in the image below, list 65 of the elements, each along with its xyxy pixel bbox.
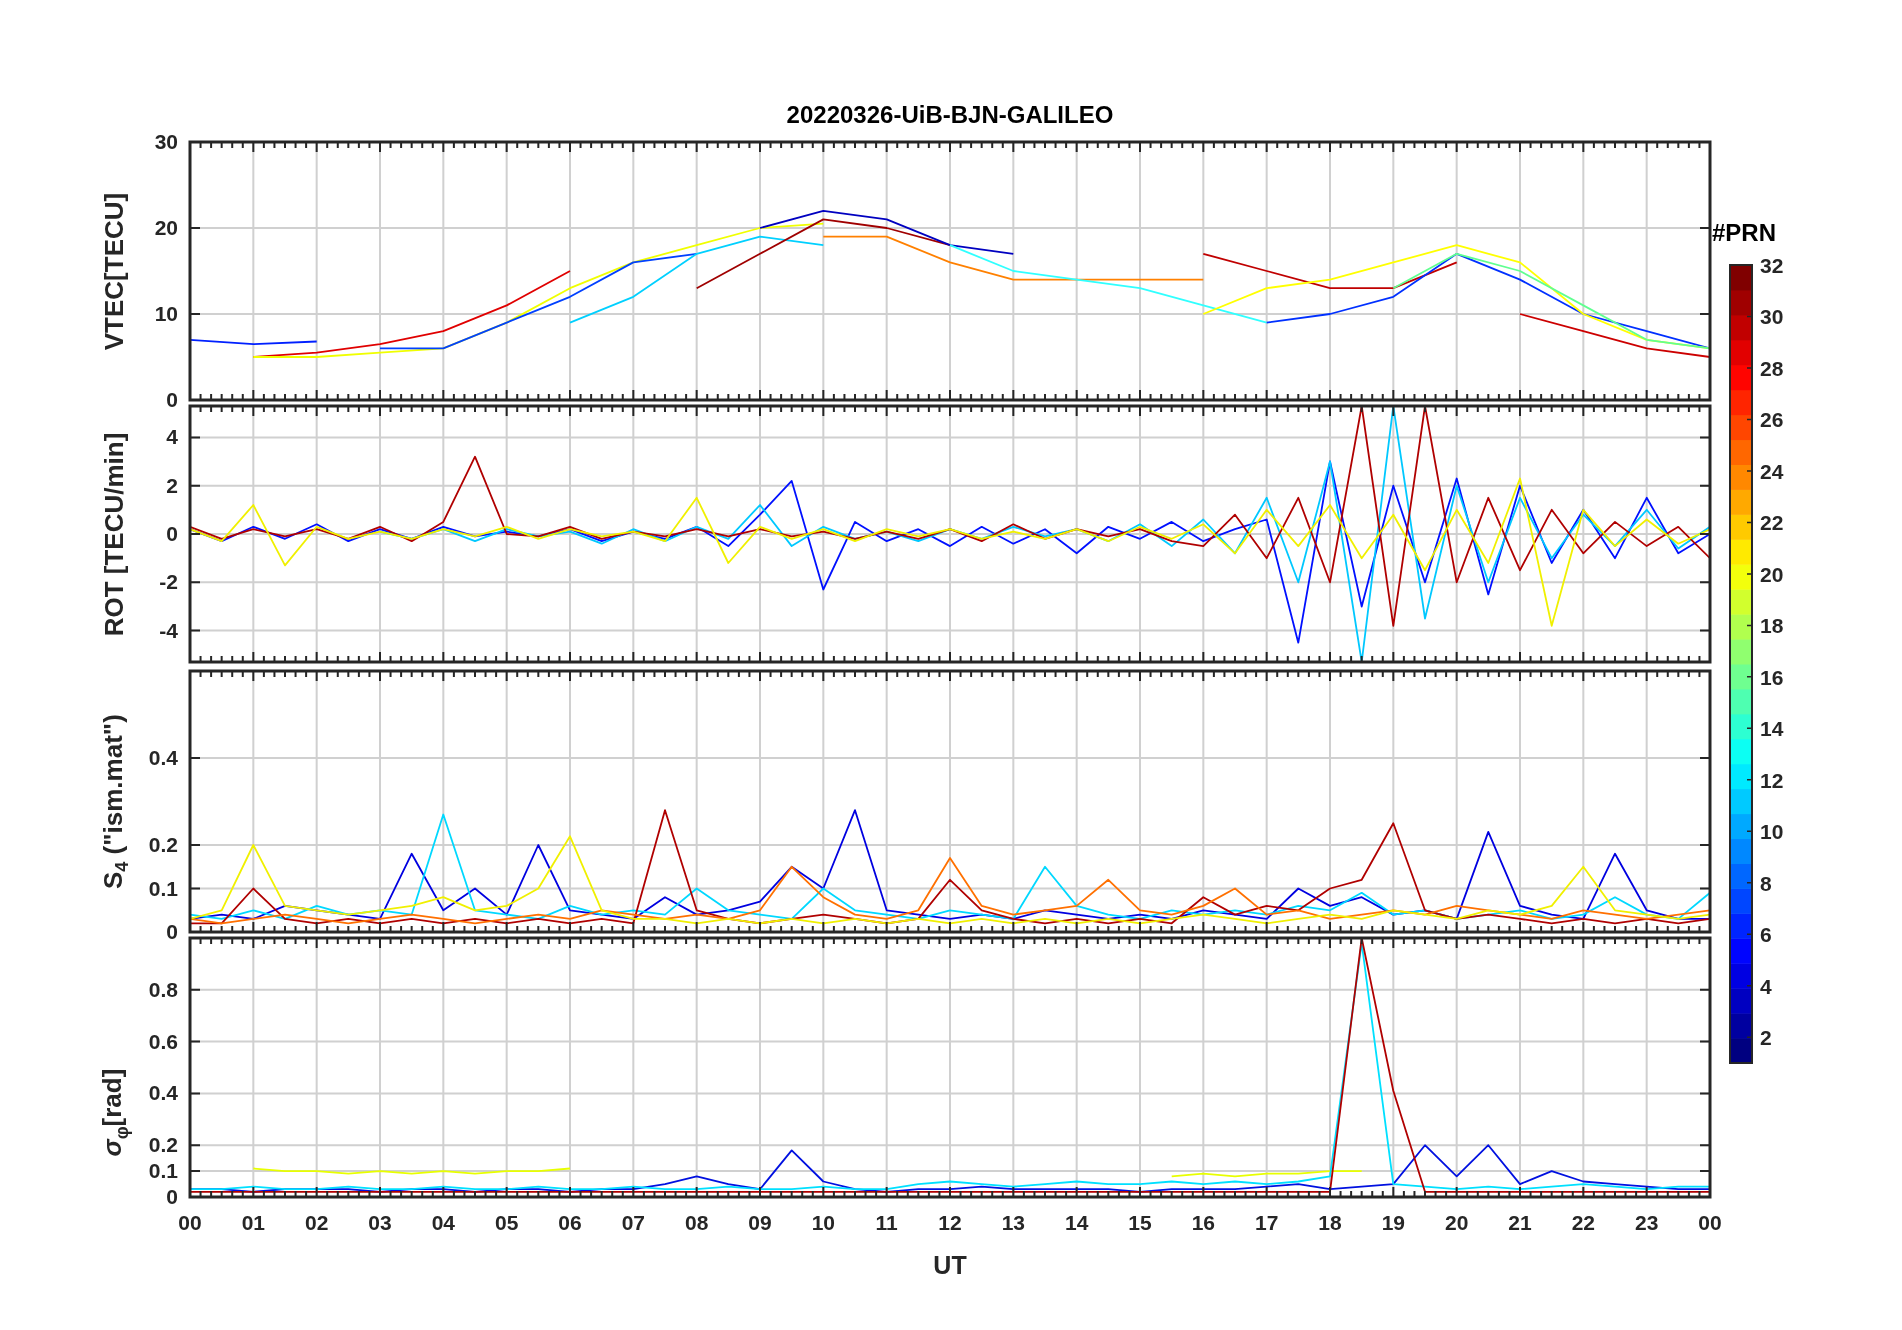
tick-label: 07 — [621, 1211, 645, 1234]
tick-label: 0.2 — [148, 833, 178, 856]
tick-label: 28 — [1760, 356, 1784, 380]
tick-label: 0.1 — [148, 876, 178, 900]
tick-label: -2 — [159, 570, 178, 594]
tick-label: 14 — [1760, 717, 1784, 741]
tick-label: 24 — [1760, 459, 1784, 483]
tick-label: 04 — [431, 1211, 455, 1234]
tick-label: 6 — [1760, 923, 1772, 947]
tick-label: 30 — [1760, 305, 1784, 329]
tick-label: 20 — [1445, 1211, 1469, 1234]
tick-label: 23 — [1635, 1211, 1659, 1234]
tick-label: 30 — [154, 130, 178, 153]
tick-label: 00 — [1698, 1211, 1722, 1234]
tick-label: 4 — [166, 425, 178, 449]
tick-label: 0.4 — [148, 1081, 178, 1105]
tick-label: 13 — [1001, 1211, 1025, 1234]
tick-label: 08 — [685, 1211, 709, 1234]
tick-label: 12 — [938, 1211, 962, 1234]
tick-label: 01 — [241, 1211, 265, 1234]
chart-title: 20220326-UiB-BJN-GALILEO — [785, 100, 1115, 130]
tick-label: 20 — [154, 216, 178, 239]
tick-label: 2 — [1760, 1026, 1772, 1050]
tick-label: 11 — [875, 1211, 898, 1234]
tick-label: 0.2 — [148, 1133, 178, 1157]
tick-label: 14 — [1065, 1211, 1089, 1234]
tick-label: 0 — [166, 920, 178, 943]
tick-label: 2 — [166, 473, 178, 497]
tick-label: 4 — [1760, 974, 1772, 998]
tick-label: 22 — [1571, 1211, 1595, 1234]
tick-label: 0 — [166, 1185, 178, 1208]
tick-label: 17 — [1255, 1211, 1279, 1234]
tick-label: 18 — [1760, 614, 1784, 638]
tick-label: 26 — [1760, 408, 1784, 432]
tick-label: 21 — [1508, 1211, 1532, 1234]
tick-label: 05 — [495, 1211, 519, 1234]
tick-label: 0 — [166, 388, 178, 411]
tick-label: 0 — [166, 522, 178, 545]
tick-label: 32 — [1760, 254, 1784, 277]
tick-label: 10 — [154, 302, 178, 325]
tick-label: 19 — [1381, 1211, 1405, 1234]
colorbar-label: #PRN — [1712, 220, 1778, 246]
tick-label: 20 — [1760, 562, 1784, 586]
tick-label: 02 — [305, 1211, 329, 1234]
tick-label: 0.4 — [148, 746, 178, 769]
tick-label: 00 — [178, 1211, 202, 1234]
axis-label: UT — [933, 1251, 967, 1279]
tick-label: 0.8 — [148, 977, 178, 1001]
tick-label: 16 — [1760, 665, 1784, 689]
tick-label: 06 — [558, 1211, 582, 1234]
tick-label: 8 — [1760, 871, 1772, 895]
tick-label: 09 — [748, 1211, 772, 1234]
tick-label: 15 — [1128, 1211, 1152, 1234]
axis-label: VTEC[TECU] — [99, 192, 131, 350]
tick-label: 12 — [1760, 768, 1784, 792]
tick-label: 22 — [1760, 511, 1784, 535]
tick-label: 03 — [368, 1211, 392, 1234]
tick-label: 18 — [1318, 1211, 1342, 1234]
tick-label: 10 — [811, 1211, 835, 1234]
tick-label: 0.6 — [148, 1029, 178, 1053]
tick-label: 0.1 — [148, 1159, 178, 1183]
tick-label: -4 — [159, 618, 178, 642]
tick-label: 10 — [1760, 820, 1784, 844]
tick-label: 16 — [1191, 1211, 1215, 1234]
axis-label: ROT [TECU/min] — [99, 432, 131, 636]
